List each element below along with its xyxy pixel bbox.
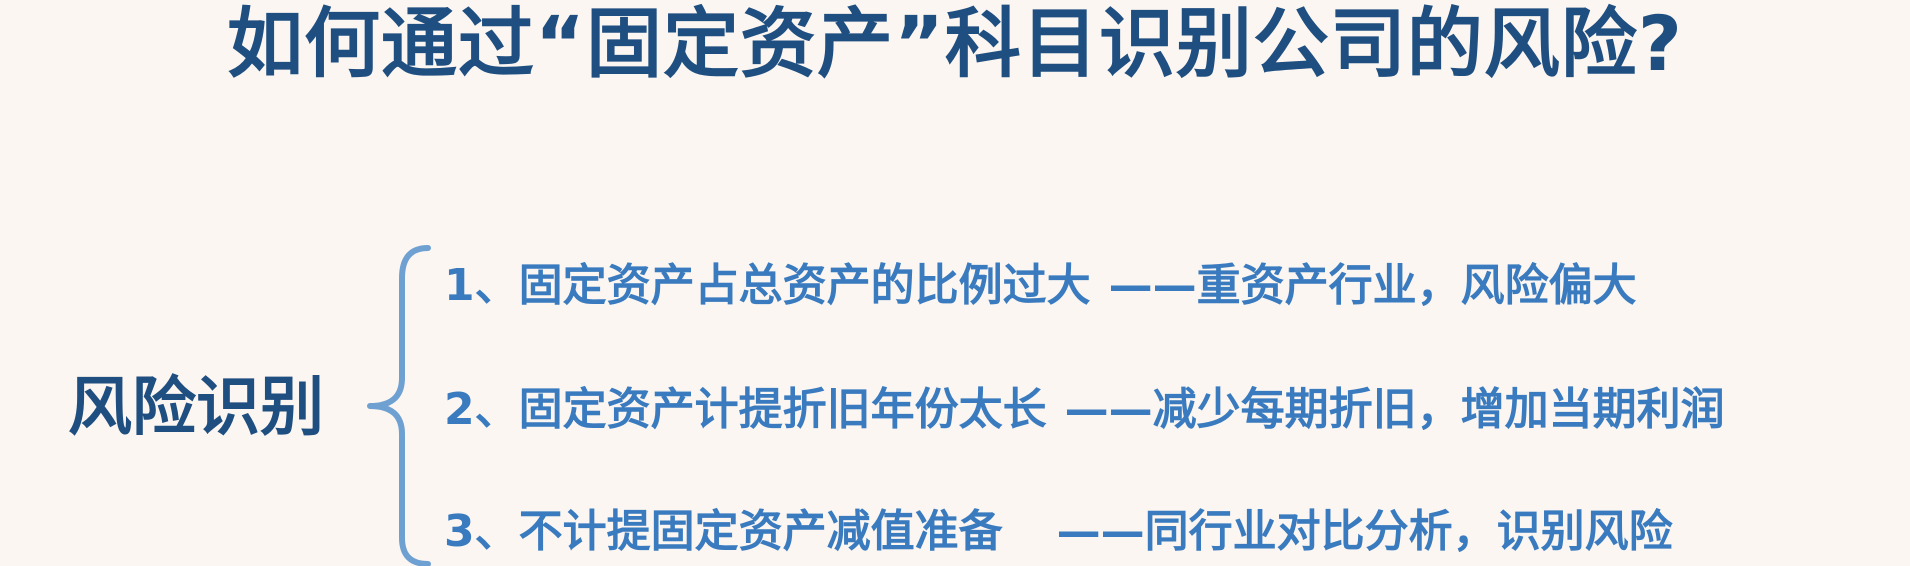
risk-item-3-explanation: ——同行业对比分析，识别风险 <box>1056 506 1673 557</box>
page-title: 如何通过“固定资产”科目识别公司的风险? <box>227 0 1683 88</box>
risk-item-2-explanation: ——减少每期折旧，增加当期利润 <box>1064 384 1725 435</box>
risk-item-1: 1、固定资产占总资产的比例过大 ——重资产行业，风险偏大 <box>444 258 1637 314</box>
risk-item-1-point: 1、固定资产占总资产的比例过大 <box>444 260 1091 311</box>
risk-item-3-point: 3、不计提固定资产减值准备 <box>444 506 1003 557</box>
risk-item-2: 2、固定资产计提折旧年份太长 ——减少每期折旧，增加当期利润 <box>444 382 1725 438</box>
risk-item-3: 3、不计提固定资产减值准备 ——同行业对比分析，识别风险 <box>444 504 1673 560</box>
risk-item-1-explanation: ——重资产行业，风险偏大 <box>1108 260 1637 311</box>
curly-brace-connector <box>367 245 431 566</box>
risk-identification-label: 风险识别 <box>68 371 324 445</box>
risk-item-2-point: 2、固定资产计提折旧年份太长 <box>444 384 1047 435</box>
